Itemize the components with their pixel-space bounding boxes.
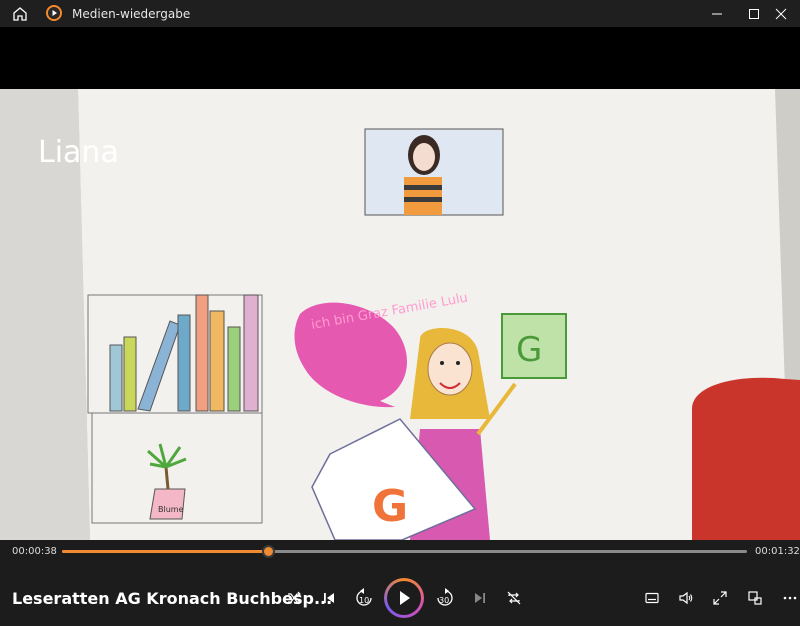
- video-frame[interactable]: Blume ich bin Graz Familie Lulu G G Lian…: [0, 89, 800, 540]
- previous-icon[interactable]: [315, 584, 343, 612]
- current-time: 00:00:38: [12, 546, 57, 557]
- window-title: Medien-wiedergabe: [72, 7, 191, 21]
- svg-text:G: G: [516, 330, 542, 370]
- seek-bar[interactable]: [62, 545, 747, 558]
- next-icon[interactable]: [466, 584, 494, 612]
- video-overlay-name: Liana: [38, 135, 119, 170]
- minimize-icon[interactable]: [698, 0, 736, 27]
- home-icon[interactable]: [12, 6, 28, 22]
- more-icon[interactable]: [776, 584, 800, 612]
- total-time: 00:01:32: [755, 546, 800, 557]
- app-icon: [46, 5, 62, 21]
- volume-icon[interactable]: [672, 584, 700, 612]
- repeat-icon[interactable]: [500, 584, 528, 612]
- close-icon[interactable]: [762, 0, 800, 27]
- card-letter: G: [372, 481, 408, 532]
- play-button[interactable]: [384, 578, 424, 618]
- player-controls: 00:00:38 00:01:32 Leseratten AG Kronach …: [0, 540, 800, 626]
- seek-handle[interactable]: [261, 545, 275, 558]
- play-icon: [400, 591, 410, 605]
- video-drawing: Blume ich bin Graz Familie Lulu G G: [0, 89, 800, 540]
- skip-back-icon[interactable]: 10: [350, 584, 378, 612]
- shuffle-icon[interactable]: [280, 584, 308, 612]
- seek-bar-progress: [62, 550, 268, 553]
- fullscreen-icon[interactable]: [706, 584, 734, 612]
- skip-forward-icon[interactable]: 30: [431, 584, 459, 612]
- title-bar: Medien-wiedergabe: [0, 0, 800, 27]
- plant-label: Blume: [158, 505, 184, 514]
- miniplayer-icon[interactable]: [741, 584, 769, 612]
- skip-forward-label: 30: [439, 596, 449, 605]
- subtitles-icon[interactable]: [638, 584, 666, 612]
- skip-back-label: 10: [359, 596, 369, 605]
